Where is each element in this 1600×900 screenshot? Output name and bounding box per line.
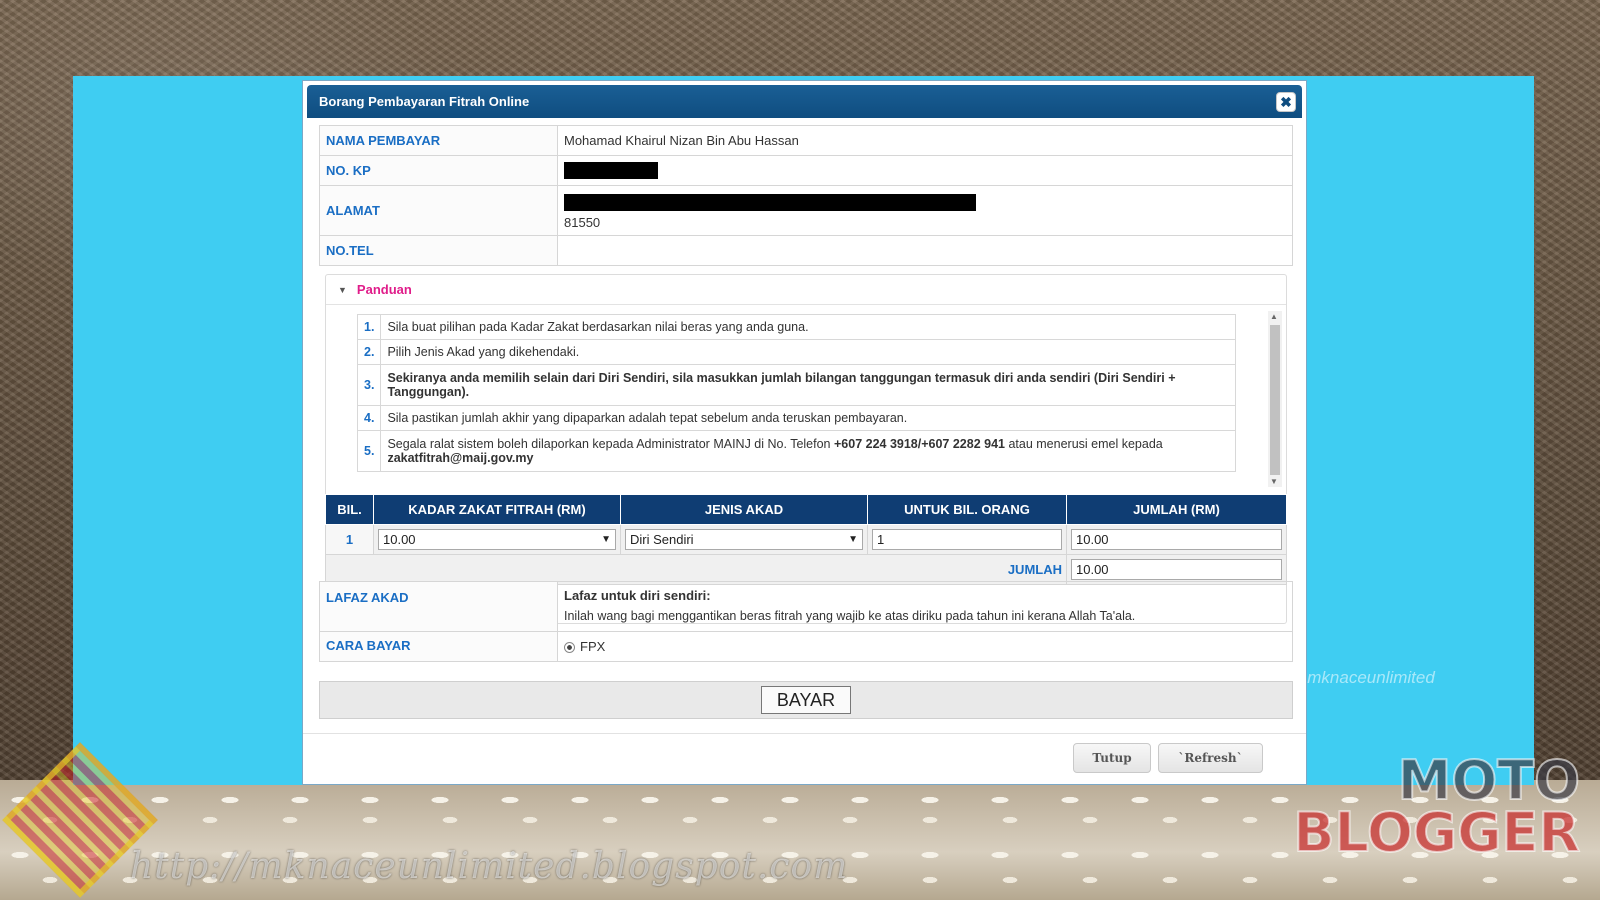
- table-row: 1 10.00 ▼ Diri Sendiri ▼ 1 10.00: [325, 524, 1287, 555]
- dropdown-arrow-icon: ▼: [848, 534, 858, 545]
- panduan-steps: 1. Sila buat pilihan pada Kadar Zakat be…: [356, 314, 1236, 472]
- total-input[interactable]: 10.00: [1071, 559, 1282, 580]
- col-jumlah: JUMLAH (RM): [1066, 494, 1287, 525]
- panduan-steps-area: 1. Sila buat pilihan pada Kadar Zakat be…: [326, 311, 1286, 487]
- step-number: 4.: [356, 405, 382, 431]
- lafaz-label: LAFAZ AKAD: [319, 581, 558, 632]
- scroll-up-icon[interactable]: ▲: [1270, 312, 1278, 321]
- step-number: 3.: [356, 364, 382, 406]
- panduan-header[interactable]: ▼ Panduan: [326, 275, 1286, 305]
- step-text: Sekiranya anda memilih selain dari Diri …: [380, 364, 1236, 406]
- support-phone: +607 224 3918/+607 2282 941: [833, 437, 1005, 451]
- jenis-akad-value: Diri Sendiri: [630, 532, 694, 547]
- jumlah-row-input[interactable]: 10.00: [1071, 529, 1282, 550]
- payment-modal: Borang Pembayaran Fitrah Online ✖ NAMA P…: [302, 80, 1307, 785]
- moto-blogger-logo: MOTO BLOGGER: [1270, 753, 1581, 870]
- refresh-button[interactable]: `Refresh`: [1158, 743, 1263, 773]
- step-text: Segala ralat sistem boleh dilaporkan kep…: [380, 430, 1236, 472]
- fpx-radio[interactable]: [564, 642, 575, 654]
- nama-label: NAMA PEMBAYAR: [319, 125, 558, 156]
- jenis-akad-select[interactable]: Diri Sendiri ▼: [625, 529, 863, 550]
- moto-logo-line2: BLOGGER: [1292, 801, 1581, 864]
- akad-table: LAFAZ AKAD Lafaz untuk diri sendiri: Ini…: [319, 581, 1293, 662]
- alamat-postcode: 81550: [564, 214, 601, 230]
- side-watermark: @mknaceunlimited: [1290, 668, 1435, 687]
- row-bil: 1: [325, 524, 374, 555]
- bayar-bar: BAYAR: [319, 681, 1293, 719]
- alamat-label: ALAMAT: [319, 185, 558, 236]
- kadar-value: 10.00: [383, 532, 416, 547]
- step-number: 5.: [356, 430, 382, 472]
- modal-title: Borang Pembayaran Fitrah Online: [319, 94, 530, 109]
- step-5-mid: atau menerusi emel kepada: [1005, 437, 1163, 451]
- payer-info-table: NAMA PEMBAYAR Mohamad Khairul Nizan Bin …: [319, 125, 1293, 266]
- close-icon[interactable]: ✖: [1276, 92, 1296, 112]
- dropdown-arrow-icon: ▼: [601, 534, 611, 545]
- panduan-title: Panduan: [356, 282, 412, 297]
- kp-redacted: [564, 162, 658, 180]
- kadar-select[interactable]: 10.00 ▼: [378, 529, 616, 550]
- fpx-label: FPX: [580, 639, 606, 654]
- order-table: BIL. KADAR ZAKAT FITRAH (RM) JENIS AKAD …: [325, 494, 1287, 585]
- alamat-redacted: [564, 193, 976, 211]
- col-bil-orang: UNTUK BIL. ORANG: [867, 494, 1067, 525]
- step-number: 2.: [356, 339, 382, 365]
- step-text: Sila buat pilihan pada Kadar Zakat berda…: [380, 314, 1236, 340]
- scrollbar-thumb[interactable]: [1270, 325, 1280, 475]
- lafaz-heading: Lafaz untuk diri sendiri:: [564, 588, 711, 603]
- panduan-scrollbar[interactable]: ▲ ▼: [1268, 311, 1282, 487]
- modal-titlebar: Borang Pembayaran Fitrah Online ✖: [307, 85, 1302, 118]
- scroll-down-icon[interactable]: ▼: [1270, 477, 1278, 486]
- lafaz-text: Inilah wang bagi menggantikan beras fitr…: [564, 609, 1136, 623]
- step-text: Sila pastikan jumlah akhir yang dipapark…: [380, 405, 1236, 431]
- col-kadar: KADAR ZAKAT FITRAH (RM): [373, 494, 621, 525]
- cara-bayar-label: CARA BAYAR: [319, 631, 558, 662]
- col-bil: BIL.: [325, 494, 374, 525]
- tel-label: NO.TEL: [319, 235, 558, 266]
- step-5-prefix: Segala ralat sistem boleh dilaporkan kep…: [387, 437, 834, 451]
- caret-down-icon: ▼: [338, 284, 347, 295]
- step-text: Pilih Jenis Akad yang dikehendaki.: [380, 339, 1236, 365]
- tel-value: [557, 235, 1293, 266]
- step-number: 1.: [356, 314, 382, 340]
- bil-orang-input[interactable]: 1: [872, 529, 1062, 550]
- col-jenis: JENIS AKAD: [620, 494, 868, 525]
- tutup-button[interactable]: Tutup: [1073, 743, 1151, 773]
- nama-value: Mohamad Khairul Nizan Bin Abu Hassan: [557, 125, 1293, 156]
- kp-label: NO. KP: [319, 155, 558, 186]
- footer-divider: [303, 733, 1306, 734]
- bayar-button[interactable]: BAYAR: [761, 686, 851, 714]
- blog-url-watermark: http://mknaceunlimited.blogspot.com: [130, 846, 849, 887]
- support-email: zakatfitrah@maij.gov.my: [387, 451, 534, 465]
- total-label: JUMLAH: [325, 554, 1067, 585]
